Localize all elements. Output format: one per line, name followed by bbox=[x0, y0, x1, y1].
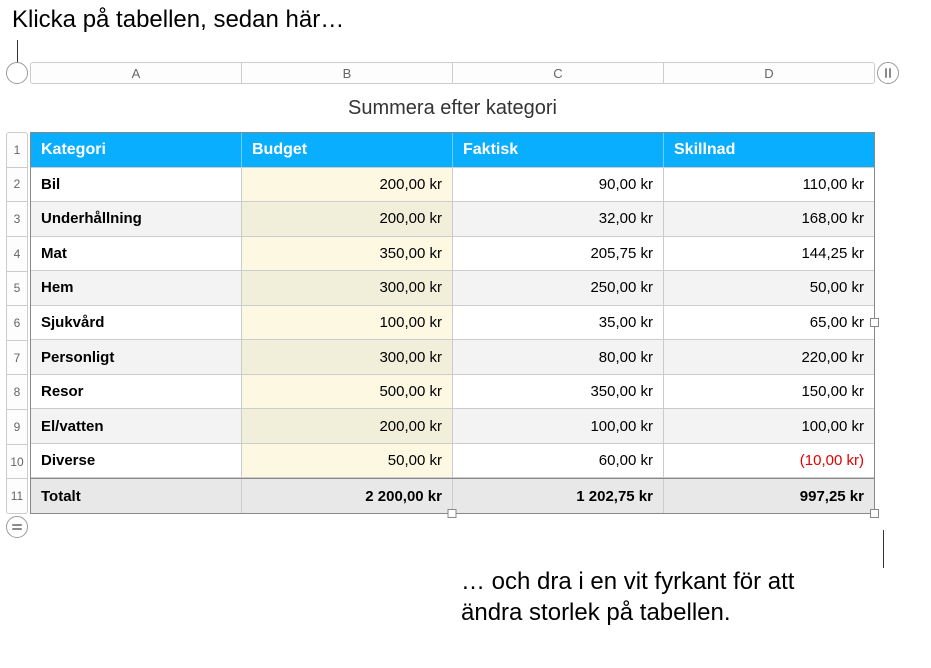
footer-actual[interactable]: 1 202,75 kr bbox=[453, 479, 664, 513]
table-row: Hem 300,00 kr 250,00 kr 50,00 kr bbox=[31, 271, 874, 306]
header-diff[interactable]: Skillnad bbox=[664, 133, 874, 167]
cell-diff[interactable]: 168,00 kr bbox=[664, 202, 874, 236]
table-row: El/vatten 200,00 kr 100,00 kr 100,00 kr bbox=[31, 409, 874, 444]
table-row: Bil 200,00 kr 90,00 kr 110,00 kr bbox=[31, 168, 874, 203]
cell-budget[interactable]: 200,00 kr bbox=[242, 168, 453, 202]
cell-category[interactable]: Underhållning bbox=[31, 202, 242, 236]
row-header-4[interactable]: 4 bbox=[7, 237, 27, 272]
cell-diff[interactable]: 50,00 kr bbox=[664, 271, 874, 305]
column-header-c[interactable]: C bbox=[453, 63, 664, 83]
row-header-8[interactable]: 8 bbox=[7, 375, 27, 410]
cell-diff[interactable]: 150,00 kr bbox=[664, 375, 874, 409]
cell-category[interactable]: Diverse bbox=[31, 444, 242, 478]
cell-category[interactable]: Personligt bbox=[31, 340, 242, 374]
column-header-a[interactable]: A bbox=[31, 63, 242, 83]
callout-top: Klicka på tabellen, sedan här… bbox=[12, 6, 344, 34]
table-row: Mat 350,00 kr 205,75 kr 144,25 kr bbox=[31, 237, 874, 272]
cell-actual[interactable]: 350,00 kr bbox=[453, 375, 664, 409]
row-headers: 1 2 3 4 5 6 7 8 9 10 11 bbox=[6, 132, 28, 514]
cell-category[interactable]: Resor bbox=[31, 375, 242, 409]
cell-category[interactable]: El/vatten bbox=[31, 409, 242, 443]
callout-bottom: … och dra i en vit fyrkant för att ändra… bbox=[461, 566, 901, 628]
cell-budget[interactable]: 350,00 kr bbox=[242, 237, 453, 271]
callout-bottom-line1: … och dra i en vit fyrkant för att bbox=[461, 568, 794, 595]
cell-budget[interactable]: 300,00 kr bbox=[242, 340, 453, 374]
table-row: Underhållning 200,00 kr 32,00 kr 168,00 … bbox=[31, 202, 874, 237]
cell-actual[interactable]: 32,00 kr bbox=[453, 202, 664, 236]
spreadsheet-area: A B C D Summera efter kategori 1 2 3 4 5… bbox=[2, 62, 921, 538]
column-header-d[interactable]: D bbox=[664, 63, 874, 83]
resize-handle-right[interactable] bbox=[870, 318, 879, 327]
cell-diff[interactable]: 100,00 kr bbox=[664, 409, 874, 443]
row-header-5[interactable]: 5 bbox=[7, 272, 27, 307]
bars-icon bbox=[889, 68, 891, 78]
cell-budget[interactable]: 50,00 kr bbox=[242, 444, 453, 478]
row-header-11[interactable]: 11 bbox=[7, 479, 27, 513]
cell-category[interactable]: Bil bbox=[31, 168, 242, 202]
footer-budget[interactable]: 2 200,00 kr bbox=[242, 479, 453, 513]
table-row: Sjukvård 100,00 kr 35,00 kr 65,00 kr bbox=[31, 306, 874, 341]
header-budget[interactable]: Budget bbox=[242, 133, 453, 167]
callout-leader-line bbox=[883, 530, 884, 568]
cell-actual[interactable]: 80,00 kr bbox=[453, 340, 664, 374]
row-header-3[interactable]: 3 bbox=[7, 202, 27, 237]
cell-diff[interactable]: 65,00 kr bbox=[664, 306, 874, 340]
cell-actual[interactable]: 35,00 kr bbox=[453, 306, 664, 340]
bars-icon bbox=[12, 524, 22, 526]
cell-category[interactable]: Hem bbox=[31, 271, 242, 305]
cell-actual[interactable]: 60,00 kr bbox=[453, 444, 664, 478]
cell-actual[interactable]: 205,75 kr bbox=[453, 237, 664, 271]
bars-icon bbox=[12, 528, 22, 530]
header-actual[interactable]: Faktisk bbox=[453, 133, 664, 167]
column-header-b[interactable]: B bbox=[242, 63, 453, 83]
row-header-7[interactable]: 7 bbox=[7, 341, 27, 376]
table-title[interactable]: Summera efter kategori bbox=[30, 97, 875, 120]
cell-budget[interactable]: 200,00 kr bbox=[242, 409, 453, 443]
cell-actual[interactable]: 250,00 kr bbox=[453, 271, 664, 305]
cell-diff[interactable]: 220,00 kr bbox=[664, 340, 874, 374]
cell-category[interactable]: Sjukvård bbox=[31, 306, 242, 340]
row-header-10[interactable]: 10 bbox=[7, 445, 27, 480]
header-category[interactable]: Kategori bbox=[31, 133, 242, 167]
row-header-6[interactable]: 6 bbox=[7, 306, 27, 341]
table-footer-row: Totalt 2 200,00 kr 1 202,75 kr 997,25 kr bbox=[31, 478, 874, 513]
row-header-1[interactable]: 1 bbox=[7, 133, 27, 168]
cell-diff[interactable]: 144,25 kr bbox=[664, 237, 874, 271]
bars-icon bbox=[885, 68, 887, 78]
cell-budget[interactable]: 100,00 kr bbox=[242, 306, 453, 340]
table-row: Resor 500,00 kr 350,00 kr 150,00 kr bbox=[31, 375, 874, 410]
row-header-9[interactable]: 9 bbox=[7, 410, 27, 445]
resize-handle-corner[interactable] bbox=[870, 509, 879, 518]
footer-diff[interactable]: 997,25 kr bbox=[664, 479, 874, 513]
add-row-handle[interactable] bbox=[6, 516, 28, 538]
cell-diff[interactable]: 110,00 kr bbox=[664, 168, 874, 202]
column-headers: A B C D bbox=[30, 62, 875, 84]
row-header-2[interactable]: 2 bbox=[7, 168, 27, 203]
cell-actual[interactable]: 100,00 kr bbox=[453, 409, 664, 443]
table-header-row: Kategori Budget Faktisk Skillnad bbox=[31, 133, 874, 168]
table-select-handle[interactable] bbox=[6, 62, 28, 84]
resize-handle-bottom[interactable] bbox=[447, 509, 456, 518]
cell-category[interactable]: Mat bbox=[31, 237, 242, 271]
table-row: Diverse 50,00 kr 60,00 kr (10,00 kr) bbox=[31, 444, 874, 479]
data-table[interactable]: Kategori Budget Faktisk Skillnad Bil 200… bbox=[30, 132, 875, 514]
cell-budget[interactable]: 200,00 kr bbox=[242, 202, 453, 236]
cell-actual[interactable]: 90,00 kr bbox=[453, 168, 664, 202]
cell-budget[interactable]: 500,00 kr bbox=[242, 375, 453, 409]
cell-budget[interactable]: 300,00 kr bbox=[242, 271, 453, 305]
table-row: Personligt 300,00 kr 80,00 kr 220,00 kr bbox=[31, 340, 874, 375]
callout-bottom-line2: ändra storlek på tabellen. bbox=[461, 599, 731, 626]
footer-label[interactable]: Totalt bbox=[31, 479, 242, 513]
add-column-handle[interactable] bbox=[877, 62, 899, 84]
cell-diff[interactable]: (10,00 kr) bbox=[664, 444, 874, 478]
